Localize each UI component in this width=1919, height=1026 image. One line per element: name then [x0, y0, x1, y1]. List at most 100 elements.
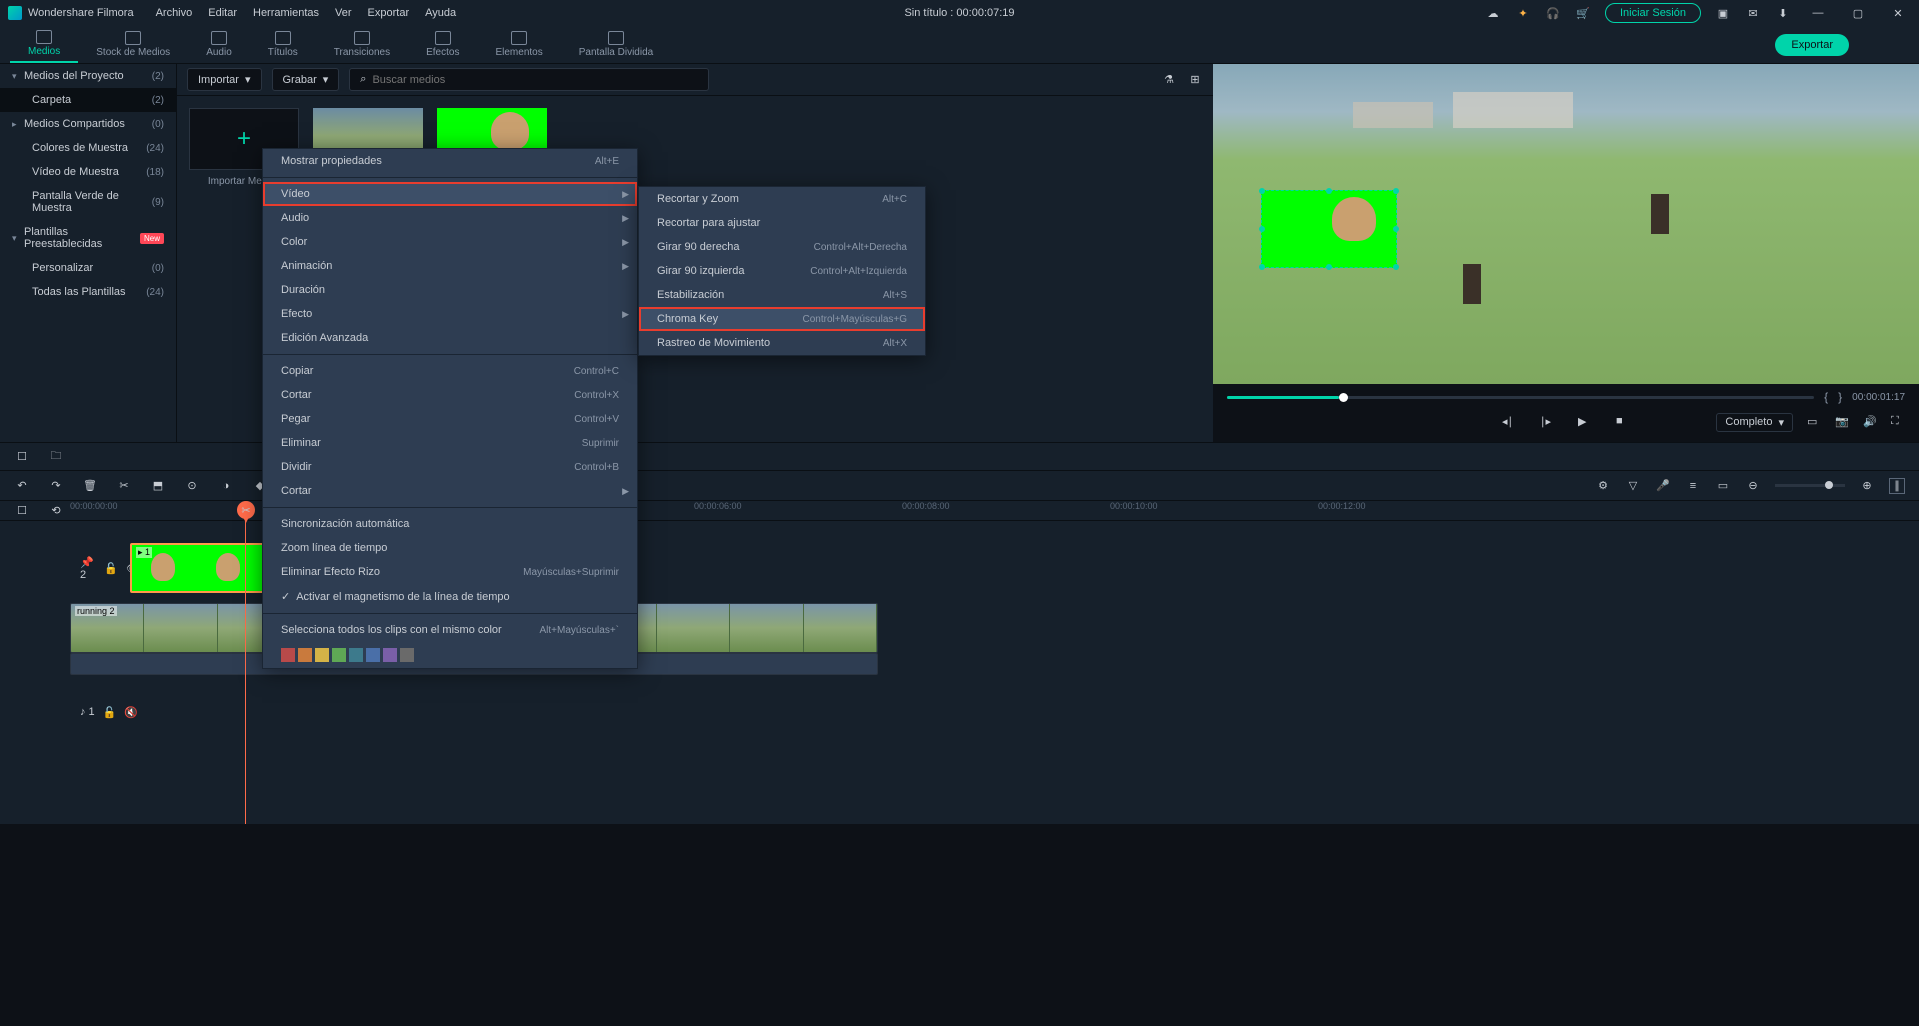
resize-handle[interactable]: [1326, 188, 1332, 194]
sidebar-item-customize[interactable]: Personalizar(0): [0, 256, 176, 280]
tab-elementos[interactable]: Elementos: [477, 26, 560, 63]
playhead[interactable]: [245, 521, 246, 824]
submenu-item[interactable]: Recortar y ZoomAlt+C: [639, 187, 925, 211]
progress-bar[interactable]: [1227, 396, 1814, 399]
zoom-slider[interactable]: [1775, 484, 1845, 487]
export-button[interactable]: Exportar: [1775, 34, 1849, 56]
tab-split-screen[interactable]: Pantalla Dividida: [561, 26, 672, 63]
color-swatch[interactable]: [298, 648, 312, 662]
fullscreen-icon[interactable]: ⛶: [1891, 415, 1905, 429]
prev-frame-button[interactable]: ◂∣: [1502, 415, 1516, 429]
minimize-button[interactable]: —: [1805, 7, 1831, 19]
resize-handle[interactable]: [1326, 264, 1332, 270]
render-icon[interactable]: ▭: [1715, 478, 1731, 494]
sidebar-item-shared-media[interactable]: ▸Medios Compartidos(0): [0, 112, 176, 136]
sidebar-item-templates[interactable]: ▾Plantillas PreestablecidasNew: [0, 220, 176, 256]
sidebar-item-carpeta[interactable]: Carpeta(2): [0, 88, 176, 112]
submenu-item[interactable]: Girar 90 izquierdaControl+Alt+Izquierda: [639, 259, 925, 283]
folder-icon[interactable]: 🗀: [48, 449, 64, 465]
display-icon[interactable]: ▭: [1807, 415, 1821, 429]
resize-handle[interactable]: [1259, 188, 1265, 194]
preview-video[interactable]: [1213, 64, 1919, 384]
fit-icon[interactable]: ∥: [1889, 478, 1905, 494]
menu-item[interactable]: Vídeo▶: [263, 182, 637, 206]
lock-icon[interactable]: 🔓: [103, 706, 117, 719]
color-icon[interactable]: ◑: [218, 478, 234, 494]
zoom-in-icon[interactable]: ⊕: [1859, 478, 1875, 494]
delete-icon[interactable]: 🗑: [82, 478, 98, 494]
mixer-icon[interactable]: ⚙: [1595, 478, 1611, 494]
color-swatch[interactable]: [366, 648, 380, 662]
volume-icon[interactable]: 🔊: [1863, 415, 1877, 429]
menu-exportar[interactable]: Exportar: [368, 7, 410, 19]
snapshot-icon[interactable]: 📷: [1835, 415, 1849, 429]
search-box[interactable]: ⌕: [349, 68, 709, 91]
menu-item[interactable]: Eliminar Efecto RizoMayúsculas+Suprimir: [263, 560, 637, 584]
resize-handle[interactable]: [1393, 264, 1399, 270]
cart-icon[interactable]: 🛒: [1575, 5, 1591, 21]
menu-item[interactable]: Selecciona todos los clips con el mismo …: [263, 618, 637, 642]
menu-item[interactable]: DividirControl+B: [263, 455, 637, 479]
voiceover-icon[interactable]: 🎤: [1655, 478, 1671, 494]
color-swatch[interactable]: [315, 648, 329, 662]
zoom-out-icon[interactable]: ⊖: [1745, 478, 1761, 494]
mark-out-icon[interactable]: }: [1838, 390, 1842, 404]
color-swatch[interactable]: [400, 648, 414, 662]
sparkle-icon[interactable]: ✦: [1515, 5, 1531, 21]
marker-icon[interactable]: ▽: [1625, 478, 1641, 494]
submenu-item[interactable]: Girar 90 derechaControl+Alt+Derecha: [639, 235, 925, 259]
submenu-item[interactable]: Recortar para ajustar: [639, 211, 925, 235]
sidebar-item-all-templates[interactable]: Todas las Plantillas(24): [0, 280, 176, 304]
menu-item[interactable]: Cortar▶: [263, 479, 637, 503]
color-swatch[interactable]: [349, 648, 363, 662]
menu-item[interactable]: CortarControl+X: [263, 383, 637, 407]
stop-button[interactable]: ■: [1616, 415, 1630, 429]
playhead-head[interactable]: ✂: [237, 501, 255, 519]
play-button[interactable]: ▶: [1578, 415, 1592, 429]
menu-item[interactable]: ✓Activar el magnetismo de la línea de ti…: [263, 584, 637, 609]
color-swatch[interactable]: [383, 648, 397, 662]
sidebar-item-sample-colors[interactable]: Colores de Muestra(24): [0, 136, 176, 160]
resize-handle[interactable]: [1393, 188, 1399, 194]
resize-handle[interactable]: [1393, 226, 1399, 232]
project-icon[interactable]: ☐: [14, 449, 30, 465]
menu-item[interactable]: CopiarControl+C: [263, 359, 637, 383]
mute-icon[interactable]: 🔇: [124, 706, 138, 719]
tab-stock[interactable]: Stock de Medios: [78, 26, 188, 63]
sidebar-item-sample-video[interactable]: Vídeo de Muestra(18): [0, 160, 176, 184]
filter-icon[interactable]: ⚗: [1161, 72, 1177, 88]
record-dropdown[interactable]: Grabar▾: [272, 68, 340, 91]
search-input[interactable]: [372, 74, 698, 86]
menu-item[interactable]: Duración: [263, 278, 637, 302]
cloud-icon[interactable]: ☁: [1485, 5, 1501, 21]
split-icon[interactable]: ✂: [116, 478, 132, 494]
headphones-icon[interactable]: 🎧: [1545, 5, 1561, 21]
submenu-item[interactable]: Chroma KeyControl+Mayúsculas+G: [639, 307, 925, 331]
menu-item[interactable]: Zoom línea de tiempo: [263, 536, 637, 560]
import-dropdown[interactable]: Importar▾: [187, 68, 262, 91]
context-submenu-video[interactable]: Recortar y ZoomAlt+CRecortar para ajusta…: [638, 186, 926, 356]
audio-mixer-icon[interactable]: ≡: [1685, 478, 1701, 494]
menu-archivo[interactable]: Archivo: [156, 7, 193, 19]
login-button[interactable]: Iniciar Sesión: [1605, 3, 1701, 23]
crop-icon[interactable]: ⬒: [150, 478, 166, 494]
menu-item[interactable]: Animación▶: [263, 254, 637, 278]
menu-item[interactable]: Color▶: [263, 230, 637, 254]
redo-icon[interactable]: ↷: [48, 478, 64, 494]
lock-icon[interactable]: 🔓: [104, 562, 118, 575]
menu-item[interactable]: EliminarSuprimir: [263, 431, 637, 455]
context-menu[interactable]: Mostrar propiedadesAlt+EVídeo▶Audio▶Colo…: [262, 148, 638, 669]
menu-item[interactable]: Efecto▶: [263, 302, 637, 326]
tab-medios[interactable]: Medios: [10, 26, 78, 63]
speed-icon[interactable]: ⊙: [184, 478, 200, 494]
zoom-thumb[interactable]: [1825, 481, 1833, 489]
grid-view-icon[interactable]: ⊞: [1187, 72, 1203, 88]
next-frame-button[interactable]: ∣▸: [1540, 415, 1554, 429]
sidebar-item-green-screen[interactable]: Pantalla Verde de Muestra(9): [0, 184, 176, 220]
tab-titulos[interactable]: Títulos: [250, 26, 316, 63]
menu-herramientas[interactable]: Herramientas: [253, 7, 319, 19]
tab-efectos[interactable]: Efectos: [408, 26, 477, 63]
save-icon[interactable]: ▣: [1715, 5, 1731, 21]
mail-icon[interactable]: ✉: [1745, 5, 1761, 21]
sidebar-item-project-media[interactable]: ▾Medios del Proyecto(2): [0, 64, 176, 88]
